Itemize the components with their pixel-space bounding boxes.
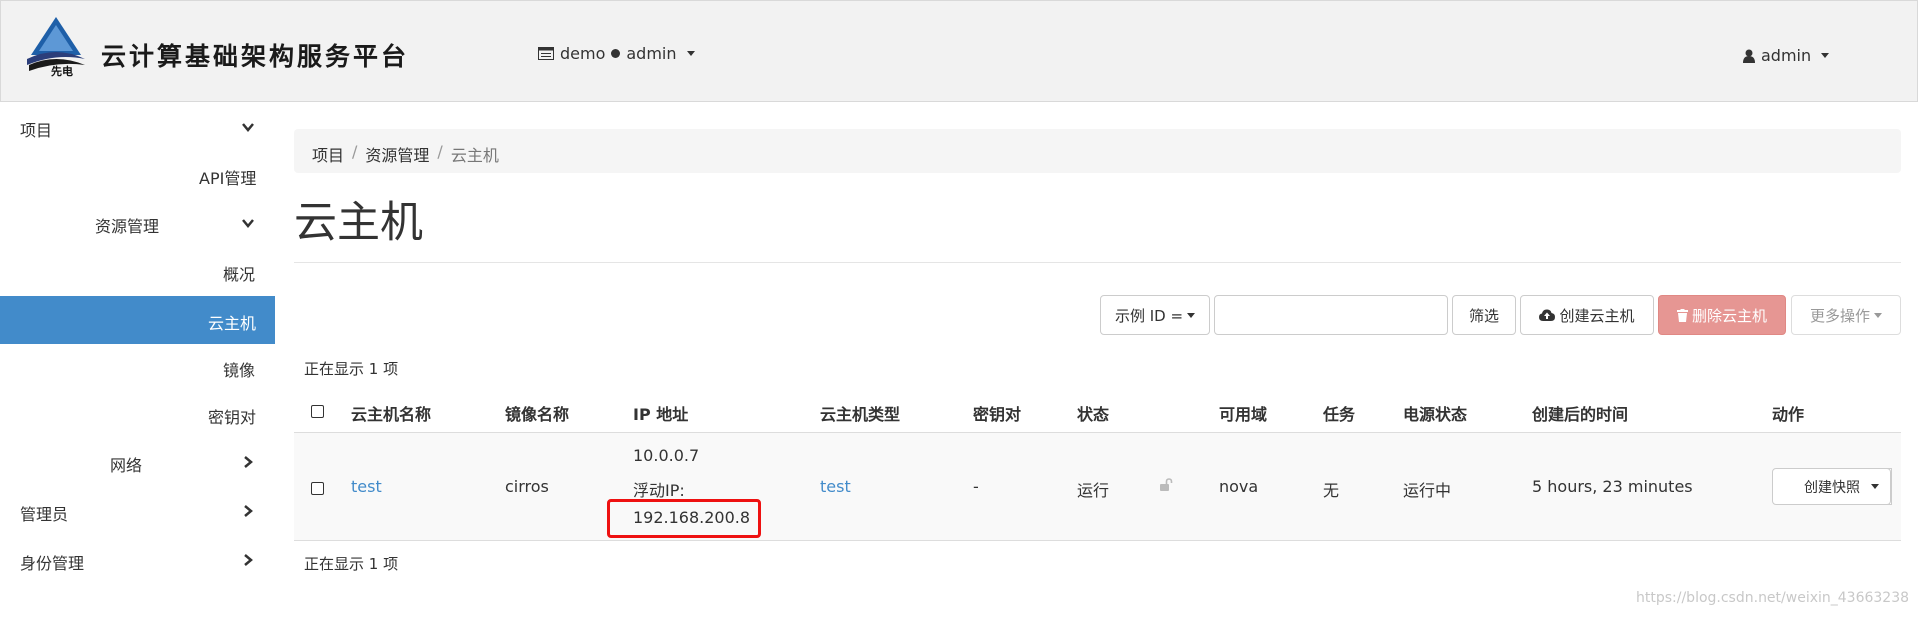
caret-down-icon xyxy=(1821,53,1830,58)
column-header[interactable]: 任务 xyxy=(1323,401,1355,425)
chevron-down-icon xyxy=(242,219,254,228)
sidebar-item-label: 管理员 xyxy=(20,505,69,524)
column-header[interactable]: 镜像名称 xyxy=(505,401,569,425)
breadcrumb-resources[interactable]: 资源管理 xyxy=(365,142,429,166)
caret-down-icon xyxy=(1871,484,1879,489)
filter-field-select[interactable]: 示例 ID = xyxy=(1100,295,1210,335)
items-count-top: 正在显示 1 项 xyxy=(304,360,399,378)
dot-icon xyxy=(611,49,621,58)
project-user: admin xyxy=(626,44,677,63)
unlock-icon[interactable] xyxy=(1159,478,1173,492)
sidebar-item-project[interactable]: 项目 xyxy=(0,103,275,151)
sidebar-item-overview[interactable]: 概况 xyxy=(0,247,275,295)
project-name: demo xyxy=(560,44,606,63)
sidebar-item-admin[interactable]: 管理员 xyxy=(0,487,275,535)
column-header[interactable]: 可用域 xyxy=(1219,401,1267,425)
column-header[interactable]: 电源状态 xyxy=(1403,401,1467,425)
table-header: 云主机名称 镜像名称 IP 地址 云主机类型 密钥对 状态 可用域 任务 电源状… xyxy=(294,392,1901,434)
zone-value: nova xyxy=(1219,477,1259,496)
column-header[interactable]: 创建后的时间 xyxy=(1532,401,1628,425)
more-actions-label: 更多操作 xyxy=(1809,306,1870,325)
sidebar-item-network[interactable]: 网络 xyxy=(0,438,275,486)
column-header[interactable]: 云主机类型 xyxy=(820,401,900,425)
caret-down-icon xyxy=(686,51,695,56)
sidebar-item-label: 网络 xyxy=(110,456,143,475)
column-header[interactable]: 密钥对 xyxy=(973,401,1021,425)
age-value: 5 hours, 23 minutes xyxy=(1532,477,1693,496)
project-switcher[interactable]: demo admin xyxy=(538,44,695,63)
filter-input[interactable] xyxy=(1214,295,1448,335)
filter-button[interactable]: 筛选 xyxy=(1452,295,1516,335)
delete-instance-label: 删除云主机 xyxy=(1691,306,1767,325)
logo-icon: 先电 xyxy=(27,17,85,77)
sidebar-item-label: 概况 xyxy=(223,265,256,284)
sidebar-item-label: API管理 xyxy=(199,169,257,188)
row-actions-dropdown[interactable] xyxy=(1860,468,1891,505)
select-all-checkbox[interactable] xyxy=(311,405,324,418)
sidebar-item-label: 项目 xyxy=(20,121,53,140)
highlight-box xyxy=(607,499,761,538)
breadcrumb-separator: / xyxy=(352,142,358,161)
breadcrumb-project[interactable]: 项目 xyxy=(312,142,344,166)
sidebar-item-label: 镜像 xyxy=(223,361,256,380)
logo-title: 云计算基础架构服务平台 xyxy=(101,42,410,71)
row-checkbox[interactable] xyxy=(311,482,324,495)
logo-caption: 先电 xyxy=(51,64,73,77)
floating-ip-label: 浮动IP: xyxy=(633,481,685,500)
chevron-right-icon xyxy=(244,505,253,517)
column-header[interactable]: 状态 xyxy=(1077,401,1109,425)
chevron-right-icon xyxy=(244,554,253,566)
sidebar-item-keypairs[interactable]: 密钥对 xyxy=(0,390,275,438)
create-instance-button[interactable]: 创建云主机 xyxy=(1520,295,1654,335)
window-icon xyxy=(538,47,554,60)
caret-down-icon xyxy=(1874,312,1882,318)
breadcrumb-current: 云主机 xyxy=(450,146,499,165)
sidebar-item-resources[interactable]: 资源管理 xyxy=(0,199,275,247)
instance-name-link[interactable]: test xyxy=(351,477,382,496)
column-header: 动作 xyxy=(1772,405,1805,424)
create-instance-label: 创建云主机 xyxy=(1559,306,1635,325)
chevron-down-icon xyxy=(242,123,254,132)
page-title: 云主机 xyxy=(294,198,423,248)
filter-field-label: 示例 ID = xyxy=(1114,306,1184,325)
delete-instance-button[interactable]: 删除云主机 xyxy=(1658,295,1786,335)
column-header[interactable]: 云主机名称 xyxy=(351,401,431,425)
status-value: 运行 xyxy=(1077,481,1110,500)
sidebar-item-identity[interactable]: 身份管理 xyxy=(0,536,275,584)
image-name: cirros xyxy=(505,477,549,496)
user-name: admin xyxy=(1761,46,1812,65)
task-value: 无 xyxy=(1323,481,1340,500)
watermark: https://blog.csdn.net/weixin_43663238 xyxy=(1636,590,1910,606)
sidebar-item-images[interactable]: 镜像 xyxy=(0,343,275,391)
sidebar-item-instances[interactable]: 云主机 xyxy=(0,296,275,344)
user-menu[interactable]: admin xyxy=(1743,46,1830,65)
flavor-link[interactable]: test xyxy=(820,477,851,496)
breadcrumb: 项目 / 资源管理 / 云主机 xyxy=(294,129,1901,173)
column-header[interactable]: IP 地址 xyxy=(633,401,688,425)
caret-down-icon xyxy=(1187,312,1196,318)
user-icon xyxy=(1743,49,1755,63)
trash-icon xyxy=(1676,308,1688,322)
top-header: 先电 云计算基础架构服务平台 demo admin admin xyxy=(0,0,1918,102)
title-divider xyxy=(294,262,1901,263)
sidebar-item-label: 云主机 xyxy=(208,314,257,333)
fixed-ip: 10.0.0.7 xyxy=(633,446,700,465)
filter-button-label: 筛选 xyxy=(1468,306,1499,325)
table-row: test cirros 10.0.0.7 浮动IP: 192.168.200.8… xyxy=(294,433,1901,541)
keypair-value: - xyxy=(973,477,979,496)
create-snapshot-label: 创建快照 xyxy=(1804,479,1860,496)
sidebar-item-label: 身份管理 xyxy=(20,554,85,573)
more-actions-button[interactable]: 更多操作 xyxy=(1791,295,1901,335)
sidebar-item-api[interactable]: API管理 xyxy=(0,151,275,199)
cloud-upload-icon xyxy=(1539,309,1556,321)
breadcrumb-separator: / xyxy=(437,142,443,161)
chevron-right-icon xyxy=(244,456,253,468)
sidebar-item-label: 资源管理 xyxy=(95,217,160,236)
items-count-bottom: 正在显示 1 项 xyxy=(304,555,399,573)
sidebar-item-label: 密钥对 xyxy=(208,408,257,427)
power-state-value: 运行中 xyxy=(1403,481,1452,500)
